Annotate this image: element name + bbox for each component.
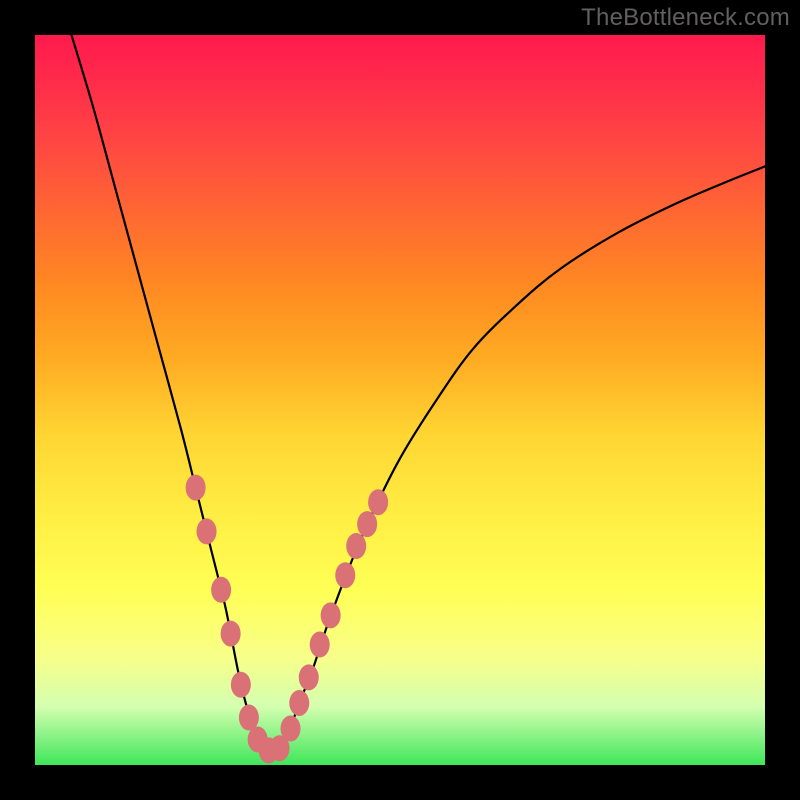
curve-layer [35, 35, 765, 765]
curve-marker [368, 489, 388, 515]
watermark-text: TheBottleneck.com [581, 4, 790, 32]
curve-marker [231, 672, 251, 698]
curve-marker [289, 690, 309, 716]
bottleneck-curve [72, 35, 766, 751]
curve-marker [221, 621, 241, 647]
curve-marker [299, 664, 319, 690]
curve-marker [346, 533, 366, 559]
curve-marker [335, 562, 355, 588]
curve-marker [281, 716, 301, 742]
curve-marker [357, 511, 377, 537]
curve-markers [186, 475, 389, 764]
curve-marker [197, 518, 217, 544]
curve-marker [310, 632, 330, 658]
curve-marker [321, 602, 341, 628]
plot-area [35, 35, 765, 765]
chart-stage: TheBottleneck.com [0, 0, 800, 800]
curve-marker [211, 577, 231, 603]
curve-marker [239, 705, 259, 731]
curve-marker [186, 475, 206, 501]
